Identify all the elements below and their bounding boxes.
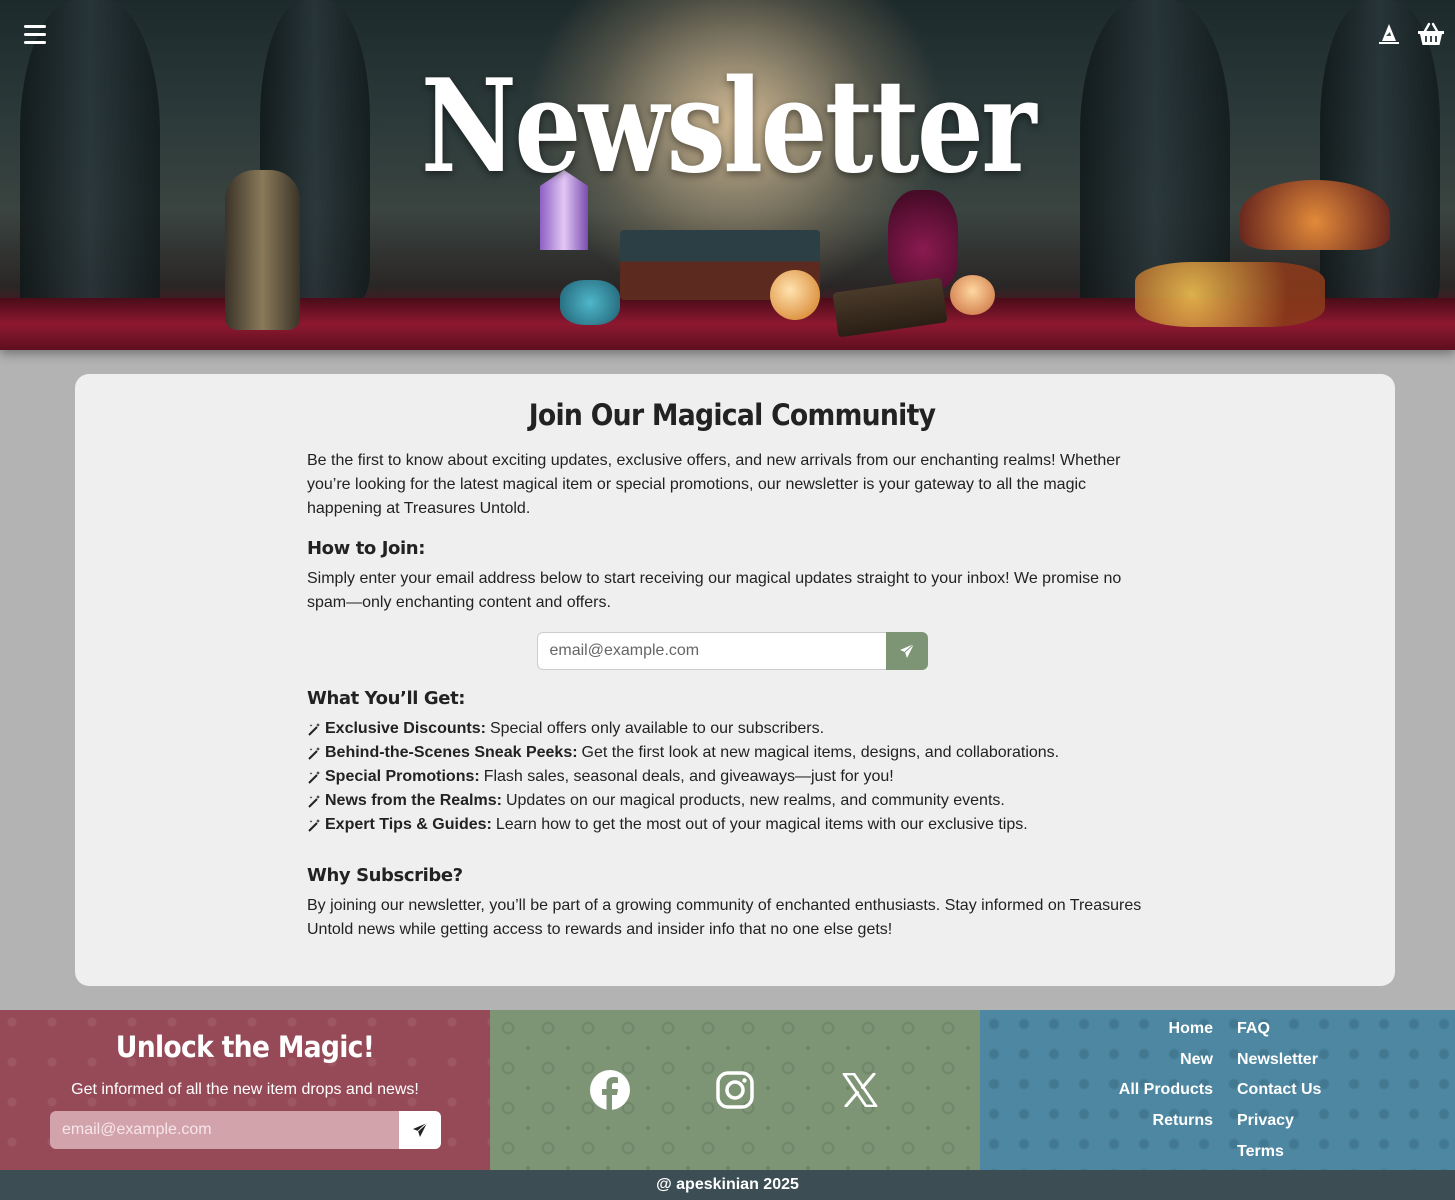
why-text: By joining our newsletter, you’ll be par… — [307, 897, 1142, 938]
perk-text: Learn how to get the most out of your ma… — [495, 816, 1028, 833]
footer-link-faq[interactable]: FAQ — [1237, 1020, 1270, 1038]
footer-signup-form — [50, 1111, 441, 1149]
footer-link-contact-us[interactable]: Contact Us — [1237, 1081, 1321, 1099]
copyright-bar: @ apeskinian 2025 — [0, 1170, 1455, 1200]
footer-link-returns[interactable]: Returns — [1153, 1112, 1213, 1130]
paper-plane-icon — [413, 1122, 428, 1137]
how-text: Simply enter your email address below to… — [307, 570, 1122, 611]
footer-link-newsletter[interactable]: Newsletter — [1237, 1051, 1318, 1069]
perk-title: News from the Realms: — [325, 792, 502, 809]
perk-title: Special Promotions: — [325, 768, 480, 785]
instagram-icon[interactable] — [715, 1070, 755, 1110]
magic-wand-icon — [308, 747, 320, 760]
perk-title: Expert Tips & Guides: — [325, 816, 492, 833]
hamburger-menu-icon[interactable] — [24, 25, 46, 45]
how-heading: How to Join: — [307, 538, 426, 559]
candle-decoration — [950, 275, 995, 315]
magic-wand-icon — [308, 819, 320, 832]
magic-wand-icon — [308, 771, 320, 784]
paper-plane-icon — [899, 643, 914, 658]
list-item: Special Promotions: Flash sales, seasonal… — [307, 765, 1157, 789]
x-twitter-icon[interactable] — [840, 1070, 880, 1110]
perk-title: Behind-the-Scenes Sneak Peeks: — [325, 744, 578, 761]
gem-decoration — [560, 280, 620, 325]
unlock-title: Unlock the Magic! — [115, 1030, 375, 1064]
footer-link-new[interactable]: New — [1180, 1051, 1213, 1069]
newsletter-card: Join Our Magical Community Be the first … — [75, 374, 1395, 986]
list-item: Behind-the-Scenes Sneak Peeks: Get the fi… — [307, 741, 1157, 765]
submit-button[interactable] — [885, 632, 928, 670]
footer: Unlock the Magic! Get informed of all th… — [0, 1010, 1455, 1170]
facebook-icon[interactable] — [590, 1070, 630, 1110]
perk-text: Get the first look at new magical items,… — [581, 744, 1060, 761]
list-item: Exclusive Discounts: Special offers only … — [307, 717, 1157, 741]
perk-title: Exclusive Discounts: — [325, 720, 486, 737]
magic-wand-icon — [308, 723, 320, 736]
signup-form — [536, 632, 928, 670]
footer-link-all-products[interactable]: All Products — [1119, 1081, 1213, 1099]
list-item: News from the Realms: Updates on our magi… — [307, 789, 1157, 813]
footer-links-panel: Home New All Products Returns FAQ Newsle… — [980, 1010, 1455, 1170]
email-input[interactable] — [536, 632, 886, 670]
perk-text: Updates on our magical products, new rea… — [505, 792, 1005, 809]
potion-bottle-decoration — [888, 190, 958, 290]
basket-icon[interactable] — [1417, 20, 1445, 48]
orb-decoration — [770, 270, 820, 320]
wizard-hat-icon[interactable] — [1375, 20, 1403, 48]
intro-text: Be the first to know about exciting upda… — [307, 452, 1121, 517]
glasses-decoration — [1135, 262, 1325, 327]
get-heading: What You’ll Get: — [307, 688, 466, 709]
unlock-subtitle: Get informed of all the new item drops a… — [71, 1081, 419, 1098]
page-title: Newsletter — [420, 52, 1037, 202]
card-title: Join Our Magical Community — [528, 398, 936, 432]
footer-link-privacy[interactable]: Privacy — [1237, 1112, 1294, 1130]
footer-email-input[interactable] — [50, 1111, 399, 1149]
perks-list: Exclusive Discounts: Special offers only … — [307, 717, 1157, 837]
why-heading: Why Subscribe? — [307, 865, 463, 886]
perk-text: Special offers only available to our sub… — [489, 720, 825, 737]
magic-wand-icon — [308, 795, 320, 808]
list-item: Expert Tips & Guides: Learn how to get th… — [307, 813, 1157, 837]
footer-social-panel — [490, 1010, 980, 1170]
hero-banner: Newsletter — [0, 0, 1455, 350]
perk-text: Flash sales, seasonal deals, and giveawa… — [483, 768, 894, 785]
footer-signup-panel: Unlock the Magic! Get informed of all th… — [0, 1010, 490, 1170]
footer-submit-button[interactable] — [399, 1111, 441, 1149]
footer-link-home[interactable]: Home — [1169, 1020, 1213, 1038]
footer-link-terms[interactable]: Terms — [1237, 1143, 1284, 1161]
